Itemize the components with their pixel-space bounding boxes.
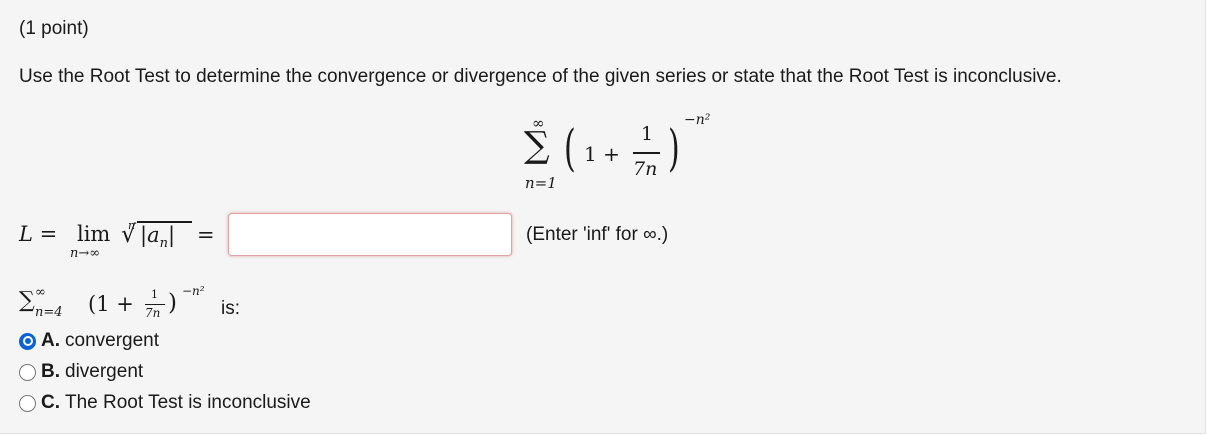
problem-panel: (1 point) Use the Root Test to determine… <box>0 0 1206 434</box>
inline-close-paren: ) <box>168 290 177 316</box>
inline-sum-lower: n=4 <box>35 305 63 320</box>
radio-a[interactable] <box>19 332 36 350</box>
option-text: convergent <box>65 330 160 351</box>
sum-lower-limit: n=1 <box>525 174 557 192</box>
limit-lhs: LL = = <box>19 222 58 246</box>
lim-operator: lim <box>77 222 111 246</box>
option-b-divergent[interactable]: B. divergent <box>19 360 143 384</box>
inline-one-plus: (1 + <box>88 292 134 316</box>
radical-sign: √ <box>121 220 137 248</box>
right-paren: ) <box>668 119 680 177</box>
option-letter: C. <box>41 392 60 413</box>
inline-suffix: is: <box>221 298 240 319</box>
limit-answer-input[interactable] <box>228 213 512 256</box>
one-plus: 1 + <box>584 142 620 166</box>
left-paren: ( <box>564 119 576 177</box>
radio-b[interactable] <box>19 363 36 381</box>
inline-fraction-bar <box>145 304 165 305</box>
fraction-numerator: 1 <box>641 123 654 145</box>
option-letter: B. <box>41 361 60 382</box>
radio-c[interactable] <box>19 394 36 412</box>
problem-prompt: Use the Root Test to determine the conve… <box>19 66 1062 87</box>
inline-sum-symbol: ∑ <box>19 288 35 313</box>
option-letter: A. <box>41 330 60 351</box>
points-label: (1 point) <box>19 18 89 39</box>
inline-fraction-denominator: 7n <box>145 306 161 320</box>
option-c-inconclusive[interactable]: C. The Root Test is inconclusive <box>19 391 311 415</box>
sum-symbol: ∑ <box>524 125 550 166</box>
fraction-denominator: 7n <box>633 158 658 180</box>
lim-subscript: n→∞ <box>70 246 101 261</box>
fraction-bar <box>633 152 660 154</box>
inline-exponent: −n² <box>182 284 205 298</box>
inline-fraction-numerator: 1 <box>151 288 158 301</box>
radicand: |an| <box>140 223 176 252</box>
option-text: divergent <box>65 361 144 382</box>
inline-sum-upper: ∞ <box>35 285 46 300</box>
option-text: The Root Test is inconclusive <box>65 392 311 413</box>
equals-sign: = <box>197 223 215 247</box>
exponent: −n² <box>684 112 711 128</box>
option-a-convergent[interactable]: A. convergent <box>19 329 159 353</box>
answer-hint: (Enter 'inf' for ∞.) <box>526 224 669 245</box>
